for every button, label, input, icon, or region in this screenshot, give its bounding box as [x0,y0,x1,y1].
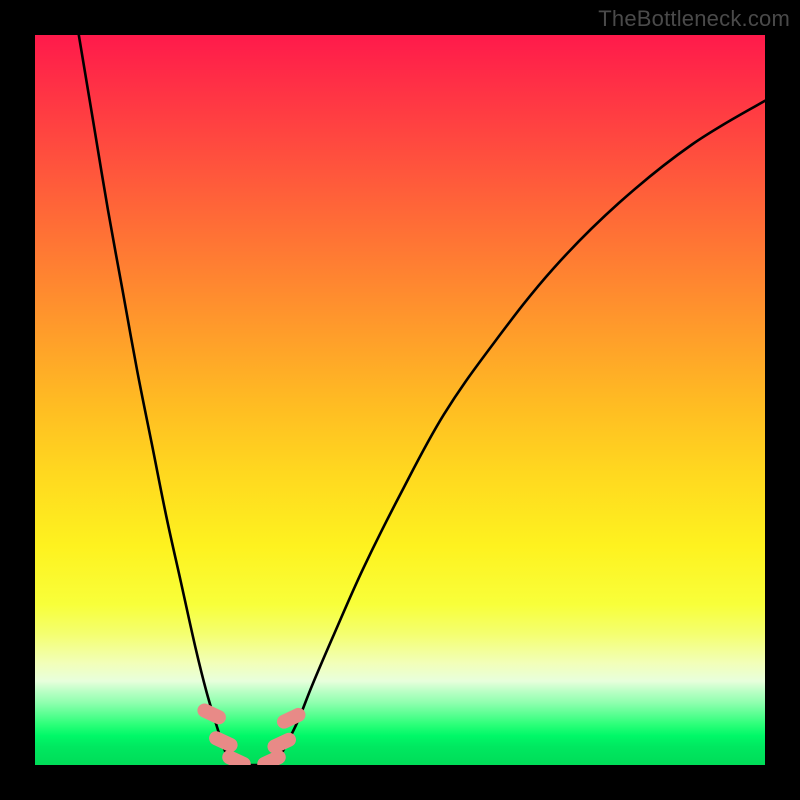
plot-area [35,35,765,765]
curve-layer [35,35,765,765]
chart-frame: TheBottleneck.com [0,0,800,800]
valley-marker [195,701,228,726]
bottleneck-curve [79,35,765,765]
watermark-text: TheBottleneck.com [598,6,790,32]
valley-marker [207,729,240,754]
